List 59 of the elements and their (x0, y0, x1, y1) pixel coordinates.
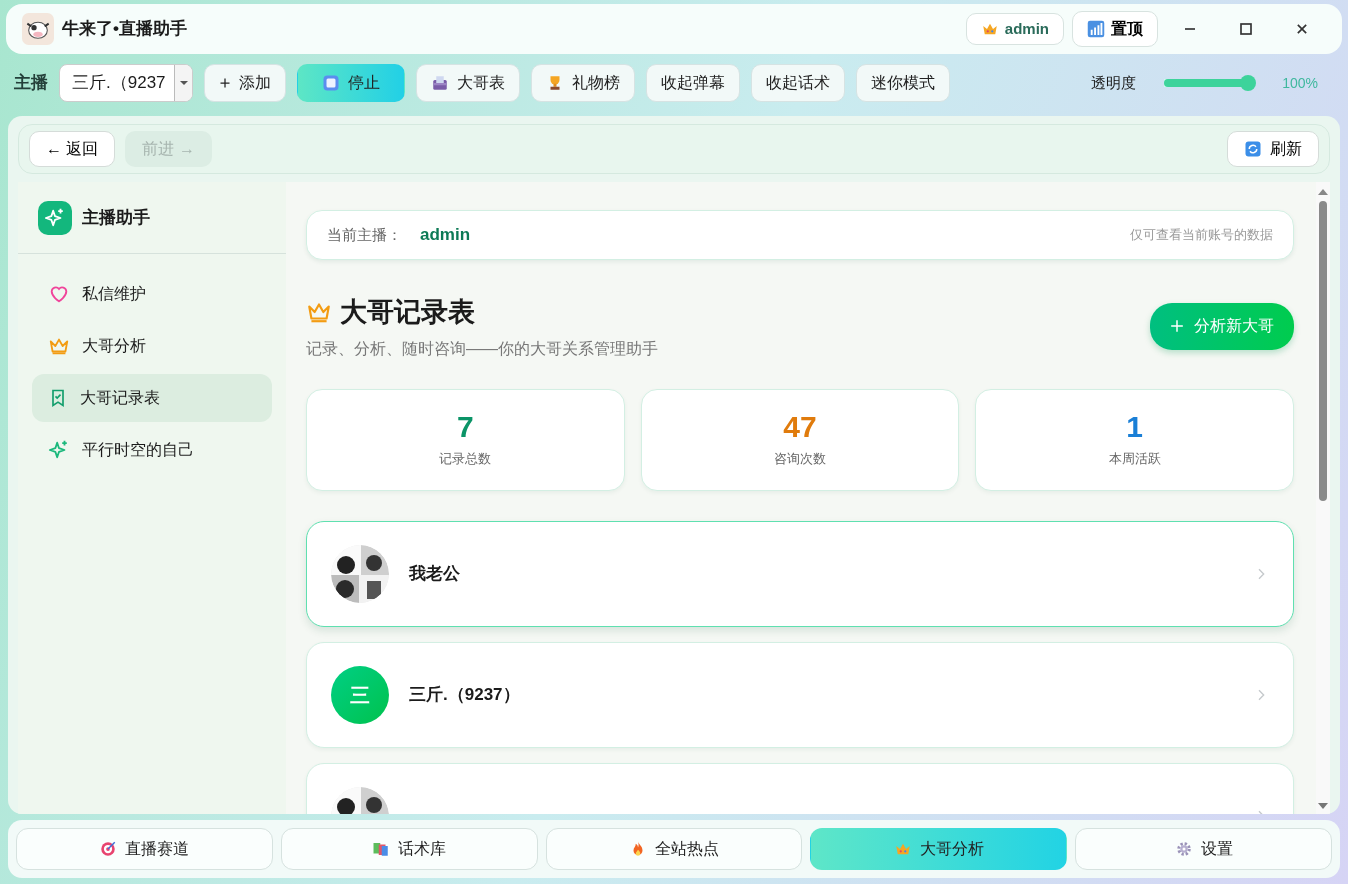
record-card[interactable]: 三 三斤.（9237） (306, 641, 1294, 748)
bottom-tab[interactable]: 大哥分析 (810, 828, 1068, 870)
stop-button[interactable]: 停止 (297, 64, 405, 102)
app-title: 牛来了•直播助手 (62, 18, 187, 41)
refresh-icon (1244, 140, 1262, 158)
stat-label: 记录总数 (439, 450, 492, 469)
sidebar-item[interactable]: 私信维护 (32, 270, 272, 318)
cow-logo-icon (22, 13, 54, 45)
current-streamer-label: 当前主播： (327, 224, 402, 245)
toolbar-button[interactable]: 大哥表 (416, 64, 520, 102)
current-streamer-name: admin (420, 224, 471, 247)
back-button[interactable]: ← 返回 (29, 131, 116, 167)
bar-chart-icon (1087, 20, 1105, 38)
stat-value: 1 (1126, 410, 1143, 444)
sparkle-icon (44, 206, 66, 229)
bottom-tab[interactable]: 全站热点 (545, 828, 803, 870)
scroll-down-icon[interactable] (1318, 802, 1328, 810)
bottom-tab[interactable]: 话术库 (280, 828, 538, 870)
target-icon (99, 840, 118, 858)
stat-label: 咨询次数 (774, 450, 826, 469)
bottom-tab[interactable]: 直播赛道 (16, 828, 273, 870)
record-card[interactable]: 我老公 (306, 520, 1294, 627)
record-name: 我老公 (409, 562, 460, 585)
bottom-tab[interactable]: 设置 (1075, 828, 1332, 870)
heart-icon (48, 283, 70, 305)
scroll-thumb[interactable] (1319, 201, 1327, 501)
avatar: 三 (331, 665, 389, 724)
plus-icon (1170, 319, 1184, 334)
streamer-select[interactable]: 三斤.（9237 (59, 64, 193, 102)
user-button[interactable]: admin (965, 13, 1064, 45)
plus-icon (219, 77, 231, 89)
page-heading: 大哥记录表 (340, 296, 475, 329)
opacity-reading: 100% (1282, 73, 1318, 93)
stat-value: 7 (457, 410, 474, 444)
page-subtitle: 记录、分析、随时咨询——你的大哥关系管理助手 (306, 338, 658, 359)
toolbar-button[interactable]: 收起话术 (751, 64, 845, 102)
books-icon (372, 840, 391, 858)
toolbar-button[interactable]: 礼物榜 (531, 64, 635, 102)
scroll-up-icon[interactable] (1318, 188, 1328, 196)
gear-icon (1174, 840, 1193, 858)
account-note: 仅可查看当前账号的数据 (1130, 226, 1273, 245)
sidebar-item[interactable]: 大哥记录表 (32, 374, 272, 422)
toolbar-button[interactable]: 添加 (204, 64, 286, 102)
stat-label: 本周活跃 (1108, 450, 1161, 469)
pin-button[interactable]: 置顶 (1072, 11, 1158, 47)
toolbar-button[interactable]: 迷你模式 (856, 64, 950, 102)
opacity-label: 透明度 (1091, 72, 1137, 93)
sidebar-item[interactable]: 平行时空的自己 (32, 426, 272, 474)
refresh-button[interactable]: 刷新 (1227, 131, 1319, 167)
stop-icon (322, 74, 340, 92)
toolbar-button[interactable]: 收起弹幕 (646, 64, 740, 102)
sidebar-item[interactable]: 大哥分析 (32, 322, 272, 370)
scrollbar[interactable] (1316, 182, 1330, 814)
stat-value: 47 (783, 410, 817, 444)
streamer-label: 主播 (14, 72, 48, 95)
sidebar-title: 主播助手 (82, 206, 150, 229)
record-name: 三斤.（9237） (409, 683, 520, 706)
box-icon (431, 74, 449, 92)
sparkle-icon (48, 439, 70, 461)
